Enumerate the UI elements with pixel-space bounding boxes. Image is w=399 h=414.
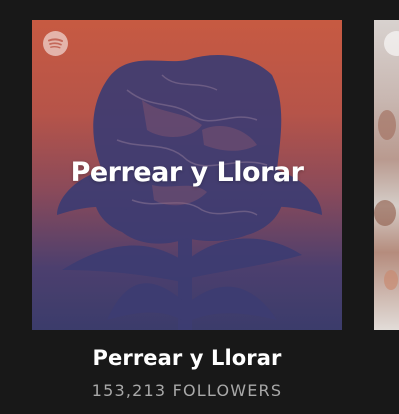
spotify-logo-icon [43,31,68,56]
next-playlist-cover[interactable] [374,20,399,330]
next-cover-art [378,110,396,140]
playlist-name[interactable]: Perrear y Llorar [32,346,342,370]
next-cover-art [384,270,398,290]
spotify-logo-icon [384,31,399,56]
followers-count: 153,213 FOLLOWERS [91,381,283,400]
cover-title: Perrear y Llorar [70,157,304,188]
playlist-card[interactable]: Perrear y Llorar Perrear y Llorar 153,21… [32,20,342,400]
next-cover-art [374,200,396,226]
playlist-cover[interactable]: Perrear y Llorar [32,20,342,330]
